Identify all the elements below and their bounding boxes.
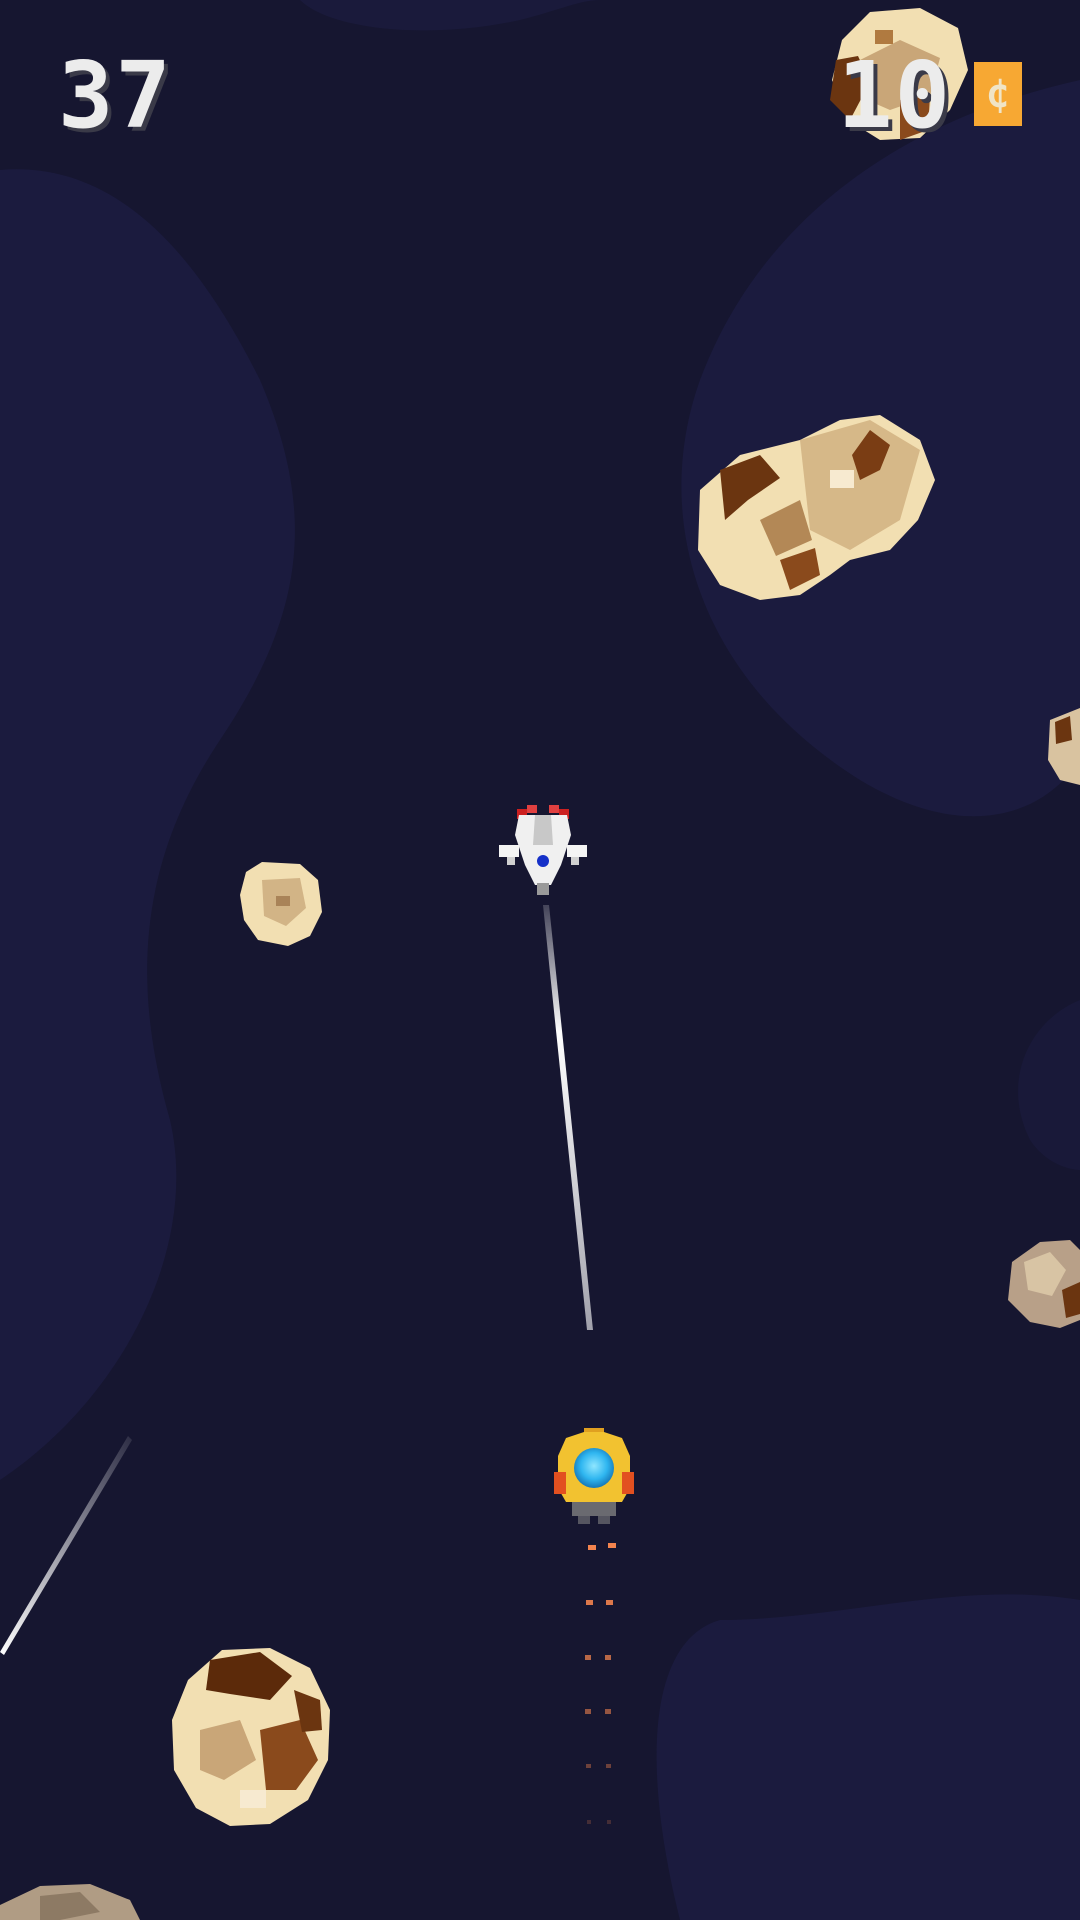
- coin-icon: ¢: [974, 62, 1022, 126]
- asteroid-edge-bottom-left: [0, 1884, 140, 1920]
- stray-laser: [0, 1436, 132, 1655]
- asteroid-large-bottom-left: [172, 1648, 330, 1826]
- game-scene: [0, 0, 1080, 1920]
- nebula-blob-left: [0, 169, 295, 1481]
- coin-counter: 10: [837, 42, 952, 149]
- engine-exhaust-trail: [585, 1543, 616, 1824]
- asteroid-small-center: [240, 862, 322, 946]
- nebula-blob-bottom-right: [656, 1594, 1080, 1920]
- player-ship-icon: [554, 1428, 634, 1524]
- nebula-blob-right-mid: [1018, 1000, 1080, 1170]
- asteroid-medium-right: [1008, 1240, 1080, 1328]
- enemy-laser: [543, 905, 593, 1330]
- score-counter: 37: [58, 42, 173, 149]
- nebula-blob-top: [300, 0, 600, 31]
- nebula-background: [0, 0, 1080, 1920]
- enemy-ship-icon: [499, 805, 587, 895]
- game-screen[interactable]: 37 10 ¢: [0, 0, 1080, 1920]
